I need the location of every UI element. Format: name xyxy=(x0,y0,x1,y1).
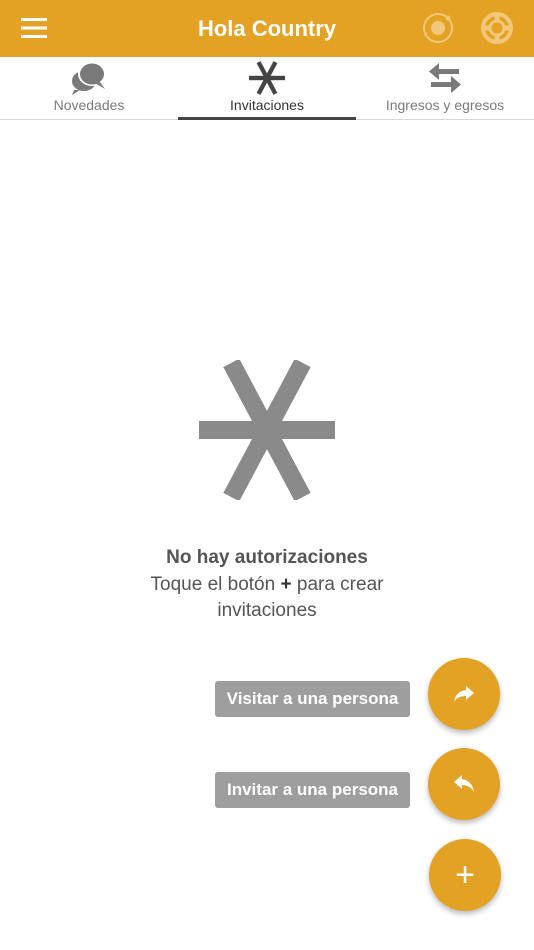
chat-bubbles-icon xyxy=(72,62,106,95)
record-icon xyxy=(423,13,453,43)
tab-invitaciones[interactable]: Invitaciones xyxy=(178,57,356,120)
tab-bar: Novedades Invitaciones Ingresos y egreso… xyxy=(0,57,534,120)
add-button[interactable]: + xyxy=(429,839,501,911)
record-button[interactable] xyxy=(420,10,456,46)
tab-label: Invitaciones xyxy=(230,97,304,113)
tab-ingresos-egresos[interactable]: Ingresos y egresos xyxy=(356,57,534,120)
visit-person-button[interactable] xyxy=(428,658,500,730)
tab-label: Ingresos y egresos xyxy=(385,97,505,113)
asterisk-icon xyxy=(199,360,335,500)
tab-label: Novedades xyxy=(53,97,125,113)
lifebuoy-icon xyxy=(481,12,513,44)
swap-arrows-icon xyxy=(429,63,461,93)
empty-state xyxy=(0,360,534,500)
empty-state-subtitle: Toque el botón + para crear invitaciones xyxy=(140,572,394,624)
tab-indicator xyxy=(178,117,356,120)
invite-person-label[interactable]: Invitar a una persona xyxy=(215,772,410,808)
app-bar: Hola Country xyxy=(0,0,534,57)
reply-icon xyxy=(454,775,474,792)
empty-state-title: No hay autorizaciones xyxy=(166,547,368,568)
subtitle-text: Toque el botón xyxy=(150,574,281,595)
asterisk-icon xyxy=(249,61,285,95)
plus-icon: + xyxy=(455,856,475,894)
subtitle-plus-symbol: + xyxy=(280,574,292,595)
menu-icon xyxy=(21,18,47,38)
tab-novedades[interactable]: Novedades xyxy=(0,57,178,120)
help-button[interactable] xyxy=(479,10,515,46)
visit-person-label[interactable]: Visitar a una persona xyxy=(215,681,410,717)
invite-person-button[interactable] xyxy=(428,748,500,820)
share-forward-icon xyxy=(454,686,474,702)
menu-button[interactable] xyxy=(14,10,54,46)
